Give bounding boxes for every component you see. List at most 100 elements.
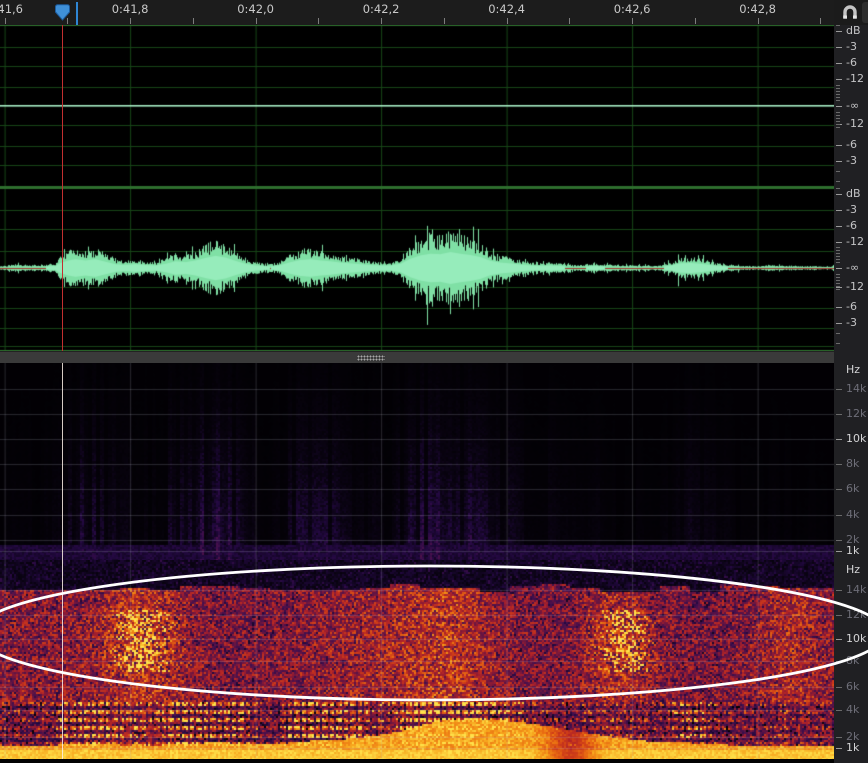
db-scale-label: dB	[846, 188, 861, 199]
ruler-secondary-marker-line	[76, 2, 78, 25]
scale-tick	[836, 25, 840, 26]
db-scale-label: -12	[846, 73, 864, 84]
ruler-tick	[758, 18, 759, 24]
scale-tick	[836, 31, 842, 32]
ruler-tick	[695, 18, 696, 24]
db-scale-label: -6	[846, 139, 857, 150]
db-scale-label: -3	[846, 204, 857, 215]
timeline-ruler[interactable]: 0:41,6 0:41,8 0:42,0 0:42,2 0:42,4 0:42,6 0:42…	[0, 0, 834, 25]
db-scale-label: -12	[846, 281, 864, 292]
scale-tick	[836, 118, 840, 119]
playhead-pin-icon[interactable]	[55, 4, 70, 21]
hz-scale-label: 1k	[846, 742, 859, 753]
scale-tick	[836, 661, 842, 662]
scale-tick	[836, 540, 842, 541]
time-label: 0:41,8	[112, 2, 149, 16]
scale-tick	[836, 256, 840, 257]
scale-tick	[836, 63, 842, 64]
db-scale-label: -6	[846, 57, 857, 68]
scale-tick	[836, 268, 842, 269]
ruler-tick	[632, 18, 633, 24]
scale-tick	[836, 389, 842, 390]
scale-tick	[836, 250, 840, 251]
scale-tick	[836, 283, 840, 284]
hz-scale-label: 6k	[846, 483, 859, 494]
scale-tick	[836, 277, 840, 278]
hz-scale-label: 14k	[846, 383, 866, 394]
db-scale-label: -3	[846, 155, 857, 166]
ruler-tick	[444, 18, 445, 24]
waveform-panel-channel-1[interactable]	[0, 25, 834, 188]
ruler-tick	[820, 18, 821, 24]
ruler-tick	[193, 18, 194, 24]
scale-tick	[836, 262, 840, 263]
scale-tick	[836, 194, 842, 195]
scale-tick	[836, 287, 842, 288]
scale-tick	[836, 106, 842, 107]
scale-tick	[836, 188, 840, 189]
scale-tick	[836, 247, 840, 248]
hz-scale-label: 10k	[846, 433, 866, 444]
ruler-corner	[834, 0, 868, 25]
scale-tick	[836, 748, 842, 749]
scale-tick	[836, 274, 840, 275]
db-scale-label: -3	[846, 41, 857, 52]
scale-tick	[836, 242, 842, 243]
scale-tick	[836, 489, 842, 490]
scale-tick	[836, 515, 842, 516]
db-scale-label: -∞	[846, 262, 859, 273]
scale-tick	[836, 333, 840, 334]
hz-scale-label: 10k	[846, 633, 866, 644]
magnet-icon[interactable]	[840, 2, 860, 22]
corner-button-strip[interactable]	[862, 2, 868, 23]
ruler-tick	[256, 18, 257, 24]
spectrogram-panel-channel-1[interactable]	[0, 363, 834, 560]
scale-tick	[836, 115, 840, 116]
scale-tick	[836, 414, 842, 415]
scale-tick	[836, 47, 842, 48]
scale-tick	[836, 161, 842, 162]
scale-tick	[836, 94, 840, 95]
time-label: 0:42,2	[363, 2, 400, 16]
ruler-tick	[318, 18, 319, 24]
scale-tick	[836, 259, 840, 260]
hz-scale-label: 4k	[846, 704, 859, 715]
scale-tick	[836, 551, 842, 552]
vertical-scale-column[interactable]: dB-3-6-12-∞-12-6-3dB-3-6-12-∞-12-6-3Hz14…	[834, 25, 868, 763]
db-scale-label: -6	[846, 220, 857, 231]
scale-tick	[836, 439, 842, 440]
scale-tick	[836, 710, 842, 711]
hz-scale-label: 8k	[846, 655, 859, 666]
ruler-tick	[130, 18, 131, 24]
scale-tick	[836, 85, 840, 86]
app-window: 0:41,6 0:41,8 0:42,0 0:42,2 0:42,4 0:42,6 0:42…	[0, 0, 868, 763]
scale-tick	[836, 145, 842, 146]
time-label: 0:42,6	[614, 2, 651, 16]
db-scale-label: dB	[846, 25, 861, 36]
scale-tick	[836, 121, 840, 122]
ruler-tick	[381, 18, 382, 24]
scale-tick	[836, 171, 840, 172]
spectrogram-panel-channel-2[interactable]	[0, 560, 834, 759]
waveform-panel-channel-2[interactable]	[0, 188, 834, 351]
ruler-tick	[5, 18, 6, 24]
db-scale-label: -∞	[846, 100, 859, 111]
scale-tick	[836, 88, 840, 89]
scale-tick	[836, 280, 840, 281]
ruler-tick	[569, 18, 570, 24]
scale-tick	[836, 181, 840, 182]
playhead-line-spectrogram	[62, 363, 64, 759]
scale-tick	[836, 615, 842, 616]
spectrogram-bottom-edge	[0, 759, 834, 763]
hz-scale-label: 1k	[846, 545, 859, 556]
time-label: 0:41,6	[0, 2, 23, 16]
hz-scale-title: Hz	[846, 364, 860, 375]
db-scale-label: -6	[846, 301, 857, 312]
time-label: 0:42,8	[739, 2, 776, 16]
splitter-grip-icon[interactable]	[357, 355, 385, 361]
time-label: 0:42,4	[488, 2, 525, 16]
time-label: 0:42,0	[237, 2, 274, 16]
scale-tick	[836, 343, 840, 344]
scale-tick	[836, 253, 840, 254]
scale-tick	[836, 112, 840, 113]
